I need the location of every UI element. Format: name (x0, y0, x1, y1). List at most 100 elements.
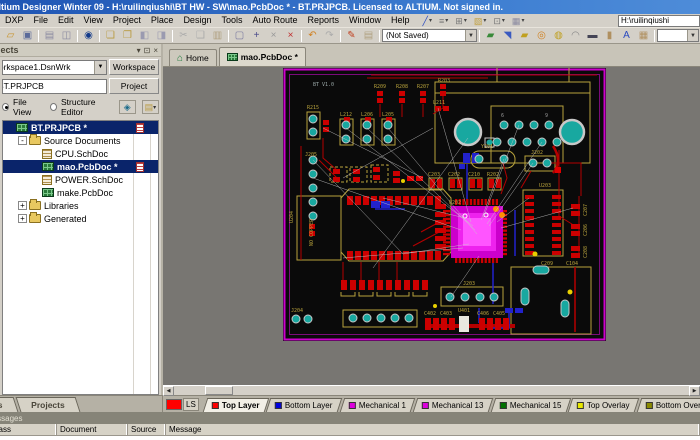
window-arrange-icon[interactable]: ◨ (153, 29, 170, 43)
project-button[interactable]: Project (109, 78, 159, 94)
layer-tab-mechanical-13[interactable]: Mechanical 13 (413, 398, 493, 412)
panel-close-icon[interactable]: × (153, 46, 158, 55)
chevron-down-icon[interactable]: ▼ (687, 30, 698, 41)
layer-tab-mechanical-1[interactable]: Mechanical 1 (340, 398, 416, 412)
layer-tab-bottom-overlay[interactable]: Bottom Overlay (637, 398, 700, 412)
chevron-down-icon[interactable]: ▼ (465, 30, 476, 41)
new-document-icon[interactable]: ❏ (102, 29, 119, 43)
chevron-down-icon[interactable]: ▾ (464, 17, 467, 24)
tree-item[interactable]: mao.PcbDoc * (3, 160, 158, 173)
scroll-right-icon[interactable]: ▶ (689, 386, 700, 396)
collapse-icon[interactable]: - (18, 136, 27, 145)
layer-sets-button[interactable]: LS (183, 398, 199, 411)
open-project-icon[interactable]: ❐ (119, 29, 136, 43)
copy-icon[interactable]: ❑ (192, 29, 209, 43)
doc-tab-mao[interactable]: mao.PcbDoc * (219, 47, 306, 66)
chevron-down-icon[interactable]: ▼ (94, 61, 106, 74)
print-preview-icon[interactable]: ◫ (58, 29, 75, 43)
move-icon[interactable]: + (248, 29, 265, 43)
annotate-icon[interactable]: ▤ (360, 29, 377, 43)
pcb-editor-canvas[interactable]: BT V1.0R209R208R207R203L211R215L212L206L… (163, 67, 700, 385)
clear-filter-icon[interactable]: × (265, 29, 282, 43)
scroll-left-icon[interactable]: ◀ (163, 386, 174, 396)
chevron-down-icon[interactable]: ▾ (445, 17, 448, 24)
chevron-down-icon[interactable]: ▾ (483, 17, 486, 24)
workspace-button[interactable]: Workspace (109, 59, 159, 75)
menu-design[interactable]: Design (178, 14, 216, 27)
menu-reports[interactable]: Reports (303, 14, 345, 27)
storage-path-combo[interactable]: H:\ruilinqiushi (618, 15, 700, 27)
menu-help[interactable]: Help (386, 14, 415, 27)
net-class-combo[interactable]: (Not Saved)▼ (382, 29, 477, 42)
file-view-radio[interactable] (2, 103, 9, 111)
string-tool-icon[interactable]: A (618, 29, 635, 43)
cut-icon[interactable]: ✂ (175, 29, 192, 43)
array-tool-icon[interactable]: ▦ (635, 29, 652, 43)
grid-tool-icon[interactable]: ▦▾ (510, 14, 527, 27)
alignment-tool-icon[interactable]: ⊞▾ (453, 14, 469, 27)
messages-column-document[interactable]: Document (57, 424, 128, 435)
menu-auto-route[interactable]: Auto Route (247, 14, 302, 27)
utilities-icon[interactable]: ≡▾ (437, 14, 450, 27)
view-configuration-icon[interactable]: ◉ (80, 29, 97, 43)
window-tile-icon[interactable]: ◧ (136, 29, 153, 43)
tree-item[interactable]: +Generated (3, 212, 158, 225)
chevron-down-icon[interactable]: ▾ (521, 17, 524, 24)
tree-item[interactable]: CPU.SchDoc (3, 147, 158, 160)
cross-probe-icon[interactable]: × (282, 29, 299, 43)
menu-view[interactable]: View (79, 14, 108, 27)
arc-tool-icon[interactable]: ◠ (567, 29, 584, 43)
variant-combo[interactable]: ▼ (657, 29, 699, 42)
interactive-routing-icon[interactable]: ▰ (482, 29, 499, 43)
menu-tools[interactable]: Tools (216, 14, 247, 27)
dimension-tool-icon[interactable]: ⊡▾ (491, 14, 507, 27)
pad-tool-icon[interactable]: ◎ (533, 29, 550, 43)
expand-icon[interactable]: + (18, 201, 27, 210)
messages-list[interactable] (0, 436, 700, 440)
tree-item[interactable]: +Libraries (3, 199, 158, 212)
current-layer-swatch[interactable] (166, 399, 182, 410)
tree-item[interactable]: POWER.SchDoc (3, 173, 158, 186)
doc-tab-home[interactable]: ⌂Home (169, 49, 217, 66)
print-icon[interactable]: ▤ (41, 29, 58, 43)
open-options-button[interactable]: ▤▾ (142, 100, 159, 114)
chevron-down-icon[interactable]: ▾ (502, 17, 505, 24)
menu-edit[interactable]: Edit (53, 14, 79, 27)
workspace-combo[interactable]: Workspace1.DsnWrk ▼ (2, 60, 107, 75)
messages-column-source[interactable]: Source (128, 424, 166, 435)
menu-dxp[interactable]: DXP (0, 14, 29, 27)
tab-projects[interactable]: Projects (16, 397, 80, 412)
menu-window[interactable]: Window (344, 14, 386, 27)
select-area-icon[interactable]: ▢ (231, 29, 248, 43)
open-icon[interactable]: ▱ (2, 29, 19, 43)
undo-icon[interactable]: ↶ (304, 29, 321, 43)
pencil-icon[interactable]: ✎ (343, 29, 360, 43)
layer-tab-mechanical-15[interactable]: Mechanical 15 (490, 398, 570, 412)
horizontal-scrollbar[interactable]: ◀ ▶ (163, 385, 700, 395)
structure-editor-radio[interactable] (50, 103, 57, 111)
wiring-tool-icon[interactable]: ╱▾ (421, 14, 434, 27)
via-tool-icon[interactable]: ◍ (550, 29, 567, 43)
find-selection-icon[interactable]: ▧▾ (472, 14, 489, 27)
tree-item[interactable]: -Source Documents (3, 134, 158, 147)
polygon-pour-icon[interactable]: ▰ (516, 29, 533, 43)
panel-pin-icon[interactable]: ⊡ (144, 46, 151, 55)
menu-place[interactable]: Place (146, 14, 179, 27)
save-icon[interactable]: ▣ (19, 29, 36, 43)
layer-tab-top-layer[interactable]: Top Layer (203, 398, 269, 412)
navigator-button[interactable]: ◈ (119, 100, 136, 114)
pcb-document[interactable]: BT V1.0R209R208R207R203L211R215L212L206L… (283, 68, 606, 341)
fill-tool-icon[interactable]: ▮ (601, 29, 618, 43)
tree-item[interactable]: make.PcbDoc (3, 186, 158, 199)
select-tool-icon[interactable]: ◥ (499, 29, 516, 43)
paste-icon[interactable]: ▥ (209, 29, 226, 43)
redo-icon[interactable]: ↷ (321, 29, 338, 43)
tree-item[interactable]: BT.PRJPCB * (3, 121, 158, 134)
menu-file[interactable]: File (29, 14, 54, 27)
chevron-down-icon[interactable]: ▾ (429, 17, 432, 24)
messages-column-message[interactable]: Message (166, 424, 700, 435)
layer-tab-bottom-layer[interactable]: Bottom Layer (266, 398, 342, 412)
line-tool-icon[interactable]: ▬ (584, 29, 601, 43)
menu-project[interactable]: Project (108, 14, 146, 27)
project-field[interactable]: BT.PRJPCB (2, 79, 107, 94)
